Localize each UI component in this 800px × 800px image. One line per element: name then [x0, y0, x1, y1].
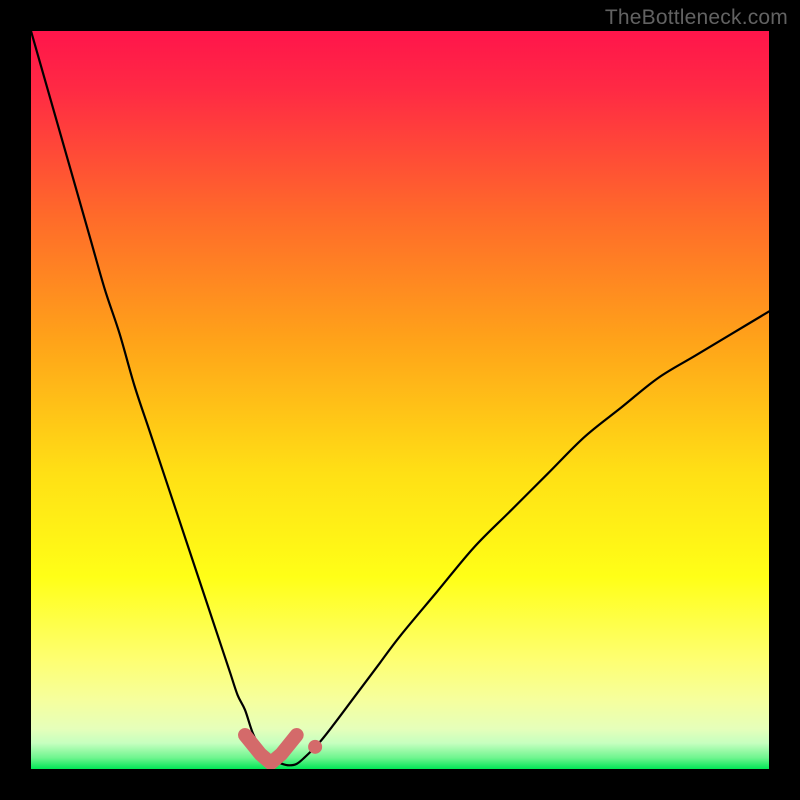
watermark-site-label: TheBottleneck.com: [605, 6, 788, 30]
bottleneck-chart: [31, 31, 769, 769]
plot-area: [31, 31, 769, 769]
chart-stage: TheBottleneck.com: [0, 0, 800, 800]
highlight-dot: [308, 740, 322, 754]
gradient-background: [31, 31, 769, 769]
